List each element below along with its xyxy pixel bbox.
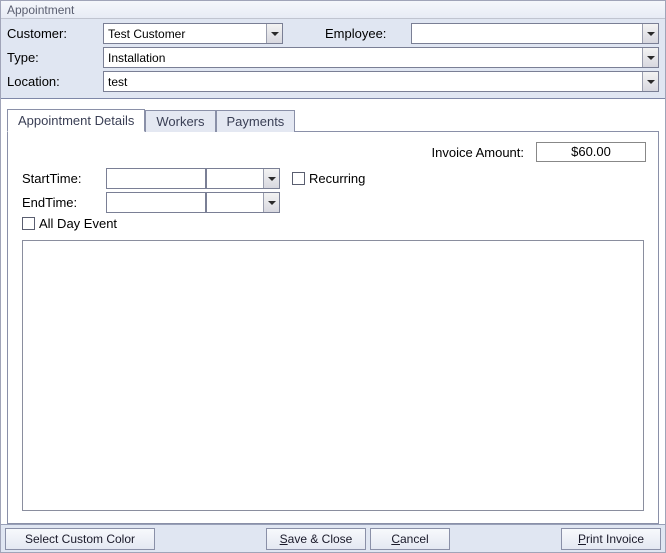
type-combo[interactable]: Installation [103,47,659,68]
end-time-combo[interactable] [206,192,280,213]
save-close-mnemonic: S [280,532,288,546]
notes-textarea[interactable] [22,240,644,511]
cancel-button[interactable]: Cancel [370,528,450,550]
print-rest: rint Invoice [586,532,644,546]
start-date-input[interactable] [106,168,206,189]
customer-combo[interactable]: Test Customer [103,23,283,44]
print-invoice-button[interactable]: Print Invoice [561,528,661,550]
tab-appointment-details[interactable]: Appointment Details [7,109,145,132]
end-time-label: EndTime: [22,195,106,210]
all-day-event-label: All Day Event [39,216,117,231]
recurring-label: Recurring [309,171,365,186]
save-close-rest: ave & Close [288,532,353,546]
chevron-down-icon[interactable] [642,24,658,43]
header-form: Customer: Test Customer Employee: Type: … [1,19,665,99]
end-date-input[interactable] [106,192,206,213]
invoice-amount-label: Invoice Amount: [432,145,525,160]
cancel-mnemonic: C [391,532,400,546]
location-label: Location: [7,74,97,89]
type-label: Type: [7,50,97,65]
customer-label: Customer: [7,26,97,41]
start-time-label: StartTime: [22,171,106,186]
recurring-checkbox[interactable]: Recurring [292,171,365,186]
customer-value: Test Customer [108,27,185,41]
employee-combo[interactable] [411,23,659,44]
footer-toolbar: Select Custom Color Save & Close Cancel … [1,524,665,552]
appointment-window: Appointment Customer: Test Customer Empl… [0,0,666,553]
employee-label: Employee: [325,26,405,41]
cancel-rest: ancel [400,532,429,546]
chevron-down-icon[interactable] [266,24,282,43]
chevron-down-icon[interactable] [263,193,279,212]
tab-panel-details: Invoice Amount: $60.00 StartTime: Recurr… [7,131,659,524]
window-title: Appointment [1,1,665,19]
all-day-event-checkbox[interactable]: All Day Event [22,216,117,231]
invoice-amount-value[interactable]: $60.00 [536,142,646,162]
checkbox-icon [22,217,35,230]
tab-workers[interactable]: Workers [145,110,215,132]
tab-payments[interactable]: Payments [216,110,296,132]
chevron-down-icon[interactable] [263,169,279,188]
location-combo[interactable]: test [103,71,659,92]
chevron-down-icon[interactable] [642,48,658,67]
location-value: test [108,75,127,89]
print-mnemonic: P [578,532,586,546]
select-custom-color-button[interactable]: Select Custom Color [5,528,155,550]
save-close-button[interactable]: Save & Close [266,528,366,550]
start-time-combo[interactable] [206,168,280,189]
tabstrip: Appointment Details Workers Payments Inv… [1,99,665,524]
tab-bar: Appointment Details Workers Payments [7,107,659,131]
type-value: Installation [108,51,165,65]
checkbox-icon [292,172,305,185]
chevron-down-icon[interactable] [642,72,658,91]
